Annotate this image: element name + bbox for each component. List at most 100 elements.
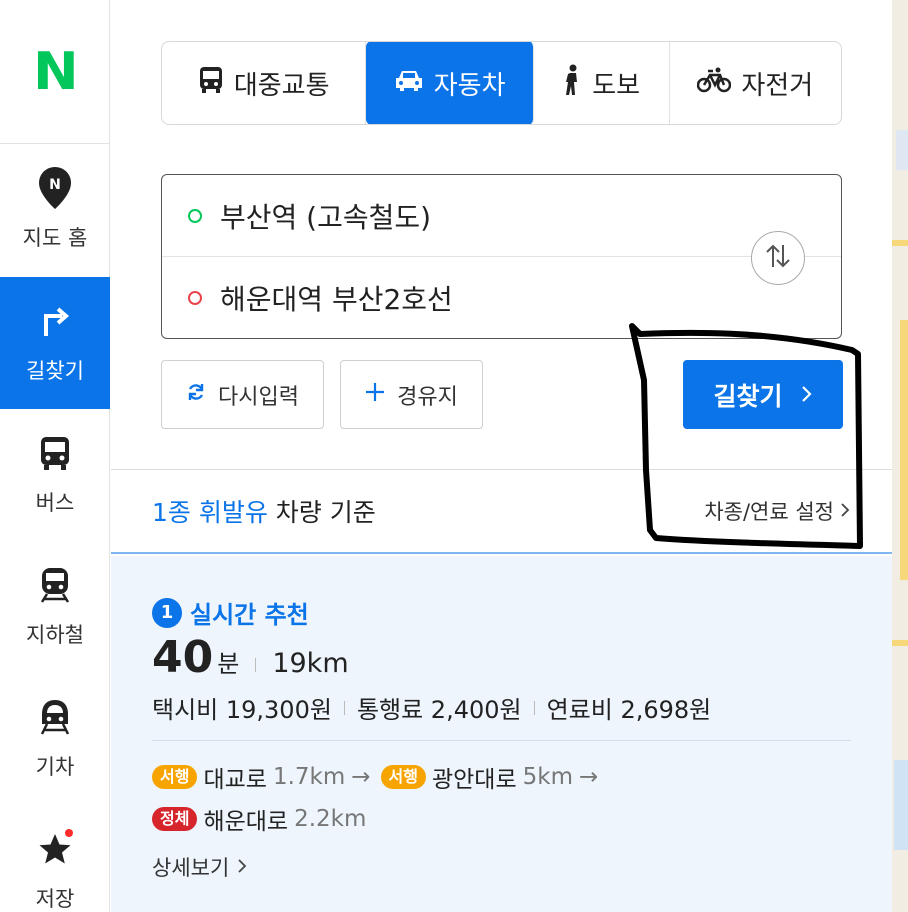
find-route-label: 길찾기 [713, 381, 783, 411]
end-field[interactable]: 해운대역 부산2호선 [162, 257, 841, 339]
refresh-icon [186, 382, 206, 408]
svg-text:N: N [49, 177, 61, 193]
traffic-badge-jam: 정체 [152, 807, 198, 831]
rank-title: 실시간 추천 [190, 601, 309, 629]
naver-logo[interactable]: N [0, 0, 109, 144]
train-icon [35, 697, 75, 737]
vehicle-setting-link[interactable]: 차종/연료 설정 [704, 496, 850, 526]
details-link[interactable]: 상세보기 [152, 852, 247, 882]
chevron-right-icon [801, 380, 813, 409]
find-route-button[interactable]: 길찾기 [683, 360, 843, 429]
add-waypoint-button[interactable]: 경유지 [340, 360, 483, 429]
transport-mode-tabs: 대중교통 자동차 도보 자전거 [161, 41, 842, 125]
result-divider [152, 740, 851, 741]
rank-number-badge: 1 [152, 597, 182, 628]
start-value: 부산역 (고속철도) [220, 200, 432, 234]
road-name: 광안대로 [431, 767, 517, 793]
separator [343, 700, 345, 715]
map-road [896, 130, 908, 170]
vehicle-basis-text: 1종 휘발유 차량 기준 [152, 493, 376, 529]
vehicle-basis-suffix: 차량 기준 [267, 498, 376, 527]
arrow-right-icon: → [578, 764, 599, 790]
tab-label-walk: 도보 [592, 70, 641, 101]
nav-label-train: 기차 [35, 755, 75, 779]
start-marker-icon [188, 208, 202, 223]
tab-label-car: 자동차 [433, 70, 506, 101]
bus-icon [198, 66, 224, 101]
road-segments-line-2: 정체 해운대로 2.2km [152, 802, 366, 836]
road-distance: 1.7km [272, 764, 346, 790]
map-water [894, 760, 908, 850]
road-segments-line-1: 서행 대교로 1.7km → 서행 광안대로 5km → [152, 760, 602, 794]
tab-label-bike: 자전거 [741, 70, 814, 101]
tab-car[interactable]: 자동차 [366, 42, 534, 124]
turn-right-icon [35, 301, 75, 341]
notification-dot [65, 829, 73, 837]
start-field[interactable]: 부산역 (고속철도) [162, 175, 841, 257]
nav-item-bus[interactable]: 버스 [0, 409, 110, 541]
duration-distance: 40 분 19km [152, 632, 349, 683]
swap-arrows-icon [764, 243, 792, 273]
nav-label-directions: 길찾기 [26, 359, 84, 383]
distance-value: 19km [272, 648, 349, 679]
walk-icon [562, 64, 582, 103]
nav-item-directions[interactable]: 길찾기 [0, 277, 110, 409]
route-input-box: 부산역 (고속철도) 해운대역 부산2호선 [161, 174, 842, 339]
tab-bike[interactable]: 자전거 [670, 42, 842, 124]
nav-item-map-home[interactable]: N 지도 홈 [0, 144, 110, 276]
nav-item-train[interactable]: 기차 [0, 673, 110, 805]
separator [533, 700, 535, 715]
chevron-right-icon [237, 855, 247, 879]
nav-item-saved[interactable]: 저장 [0, 805, 110, 912]
nav-label-saved: 저장 [35, 887, 75, 911]
road-name: 해운대로 [203, 809, 289, 835]
traffic-badge-slow: 서행 [380, 765, 426, 789]
map-canvas[interactable] [892, 0, 908, 912]
swap-button[interactable] [751, 231, 805, 285]
vehicle-basis-row: 1종 휘발유 차량 기준 차종/연료 설정 [111, 470, 892, 554]
nav-label-map-home: 지도 홈 [22, 226, 88, 250]
reset-button[interactable]: 다시입력 [161, 360, 324, 429]
map-road [892, 640, 908, 646]
taxi-fare: 택시비 19,300원 [152, 696, 332, 724]
map-road [892, 240, 908, 246]
bike-icon [697, 67, 732, 100]
traffic-badge-slow: 서행 [152, 765, 198, 789]
side-navigation: N N 지도 홈 길찾기 버스 지하철 기차 저장 [0, 0, 110, 912]
route-result-card[interactable]: 1 실시간 추천 40 분 19km 택시비 19,300원 통행료 2,400… [111, 556, 892, 912]
road-name: 대교로 [203, 767, 267, 793]
chevron-right-icon [840, 499, 850, 523]
star-icon [35, 829, 75, 869]
reset-label: 다시입력 [218, 384, 299, 410]
vehicle-setting-label: 차종/연료 설정 [704, 500, 834, 524]
road-distance: 2.2km [294, 806, 367, 832]
duration-unit: 분 [217, 650, 240, 678]
duration-value: 40 [152, 632, 214, 683]
subway-icon [35, 565, 75, 605]
tab-label-public-transit: 대중교통 [233, 70, 330, 101]
nav-label-subway: 지하철 [26, 623, 84, 647]
road-distance: 5km [522, 764, 573, 790]
tab-public-transit[interactable]: 대중교통 [162, 42, 367, 124]
car-icon [394, 68, 424, 99]
plus-icon [365, 382, 385, 408]
nav-label-bus: 버스 [35, 491, 75, 515]
end-marker-icon [188, 291, 202, 305]
vehicle-type-highlight: 1종 휘발유 [152, 498, 268, 527]
naver-logo-mark: N [32, 41, 79, 102]
cost-summary: 택시비 19,300원 통행료 2,400원 연료비 2,698원 [152, 690, 711, 725]
tab-walk[interactable]: 도보 [534, 42, 670, 124]
nav-item-subway[interactable]: 지하철 [0, 541, 110, 673]
separator [255, 658, 257, 672]
toll-fee: 통행료 2,400원 [356, 696, 522, 724]
map-pin-icon: N [35, 167, 75, 209]
end-value: 해운대역 부산2호선 [220, 283, 453, 316]
fuel-cost: 연료비 2,698원 [546, 696, 712, 724]
map-road [900, 320, 908, 580]
waypoint-label: 경유지 [397, 384, 458, 410]
bus-icon [35, 433, 75, 473]
arrow-right-icon: → [351, 764, 371, 790]
details-label: 상세보기 [152, 856, 230, 880]
directions-panel: 대중교통 자동차 도보 자전거 부산역 (고속철도) 해운대역 부산2호선 다시… [111, 0, 892, 912]
result-rank: 1 실시간 추천 [152, 595, 309, 630]
